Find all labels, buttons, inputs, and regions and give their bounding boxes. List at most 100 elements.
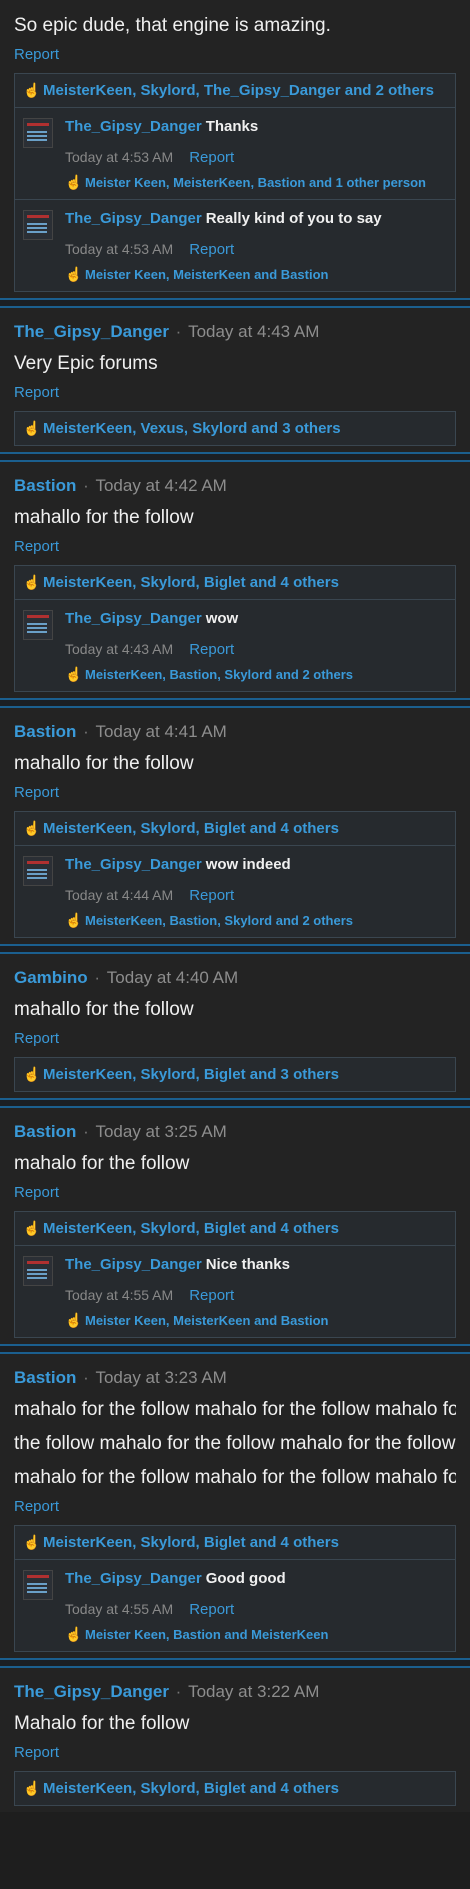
likes-summary[interactable]: ☝ MeisterKeen, Skylord, Biglet and 3 othe… (15, 1058, 455, 1091)
comment-likes-text[interactable]: MeisterKeen, Bastion, Skylord and 2 othe… (85, 913, 353, 928)
post-author-link[interactable]: Bastion (14, 722, 76, 741)
likes-text[interactable]: MeisterKeen, Skylord, Biglet and 4 other… (43, 1534, 339, 1551)
report-link[interactable]: Report (14, 1744, 59, 1761)
post-author-link[interactable]: The_Gipsy_Danger (14, 1682, 169, 1701)
post-timestamp[interactable]: Today at 4:40 AM (107, 968, 238, 987)
comment-likes-summary[interactable]: ☝ Meister Keen, MeisterKeen and Bastion (65, 266, 447, 283)
comment-line: The_Gipsy_Danger Really kind of you to sa… (65, 210, 447, 227)
report-link[interactable]: Report (189, 887, 234, 904)
comment-main: The_Gipsy_Danger Nice thanks Today at 4:55… (65, 1256, 447, 1329)
report-link[interactable]: Report (14, 384, 59, 401)
likes-summary[interactable]: ☝ MeisterKeen, Skylord, Biglet and 4 othe… (15, 1526, 455, 1559)
comment-likes-text[interactable]: Meister Keen, MeisterKeen, Bastion and 1… (85, 175, 426, 190)
post-author-link[interactable]: Bastion (14, 476, 76, 495)
post-timestamp[interactable]: Today at 3:22 AM (188, 1682, 319, 1701)
comment-likes-summary[interactable]: ☝ Meister Keen, Bastion and MeisterKeen (65, 1626, 447, 1643)
reactions-box: ☝ MeisterKeen, Vexus, Skylord and 3 other… (14, 411, 456, 446)
thumbs-up-icon: ☝ (65, 174, 83, 190)
avatar[interactable] (23, 610, 53, 640)
likes-text[interactable]: MeisterKeen, Skylord, Biglet and 3 other… (43, 1066, 339, 1083)
report-link[interactable]: Report (14, 1030, 59, 1047)
meta-separator: · (78, 476, 94, 495)
avatar[interactable] (23, 1570, 53, 1600)
report-link[interactable]: Report (189, 1601, 234, 1618)
comment-likes-summary[interactable]: ☝ Meister Keen, MeisterKeen, Bastion and … (65, 174, 447, 191)
post-author-link[interactable]: Bastion (14, 1122, 76, 1141)
avatar[interactable] (23, 118, 53, 148)
likes-summary[interactable]: ☝ MeisterKeen, Vexus, Skylord and 3 other… (15, 412, 455, 445)
post-author-link[interactable]: Bastion (14, 1368, 76, 1387)
comment-author-link[interactable]: The_Gipsy_Danger (65, 1570, 202, 1587)
comment-timestamp[interactable]: Today at 4:44 AM (65, 887, 173, 903)
thumbs-up-icon: ☝ (23, 1780, 41, 1796)
likes-summary[interactable]: ☝ MeisterKeen, Skylord, Biglet and 4 othe… (15, 1212, 455, 1245)
post-author-link[interactable]: Gambino (14, 968, 88, 987)
report-link[interactable]: Report (14, 1184, 59, 1201)
likes-summary[interactable]: ☝ MeisterKeen, Skylord, Biglet and 4 othe… (15, 812, 455, 845)
report-link[interactable]: Report (189, 1287, 234, 1304)
avatar[interactable] (23, 210, 53, 240)
comment-author-link[interactable]: The_Gipsy_Danger (65, 1256, 202, 1273)
post-timestamp[interactable]: Today at 4:43 AM (188, 322, 319, 341)
comment-timestamp[interactable]: Today at 4:43 AM (65, 641, 173, 657)
comment: The_Gipsy_Danger Nice thanks Today at 4:55… (15, 1245, 455, 1337)
comment-likes-text[interactable]: Meister Keen, MeisterKeen and Bastion (85, 1313, 328, 1328)
report-link[interactable]: Report (14, 538, 59, 555)
avatar[interactable] (23, 1256, 53, 1286)
thumbs-up-icon: ☝ (65, 912, 83, 928)
comment-timestamp[interactable]: Today at 4:53 AM (65, 241, 173, 257)
meta-separator: · (170, 322, 187, 341)
comment-author-link[interactable]: The_Gipsy_Danger (65, 210, 202, 227)
likes-text[interactable]: MeisterKeen, Vexus, Skylord and 3 others (43, 420, 341, 437)
comment-likes-summary[interactable]: ☝ MeisterKeen, Bastion, Skylord and 2 oth… (65, 912, 447, 929)
comment-author-link[interactable]: The_Gipsy_Danger (65, 118, 202, 135)
post-separator (0, 1098, 470, 1108)
comment-likes-text[interactable]: Meister Keen, Bastion and MeisterKeen (85, 1627, 328, 1642)
report-link[interactable]: Report (189, 641, 234, 658)
report-link[interactable]: Report (14, 784, 59, 801)
likes-text[interactable]: MeisterKeen, Skylord, Biglet and 4 other… (43, 1780, 339, 1797)
thumbs-up-icon: ☝ (23, 82, 41, 98)
meta-separator: · (89, 968, 105, 987)
likes-text[interactable]: MeisterKeen, Skylord, Biglet and 4 other… (43, 1220, 339, 1237)
likes-summary[interactable]: ☝ MeisterKeen, Skylord, Biglet and 4 othe… (15, 566, 455, 599)
comment-author-link[interactable]: The_Gipsy_Danger (65, 856, 202, 873)
post-timestamp[interactable]: Today at 3:23 AM (95, 1368, 226, 1387)
profile-post: The_Gipsy_Danger · Today at 3:22 AM Mahal… (0, 1668, 470, 1812)
likes-text[interactable]: MeisterKeen, Skylord, The_Gipsy_Danger a… (43, 82, 434, 99)
post-timestamp[interactable]: Today at 4:41 AM (95, 722, 226, 741)
likes-summary[interactable]: ☝ MeisterKeen, Skylord, The_Gipsy_Danger … (15, 74, 455, 107)
profile-post: Bastion · Today at 3:23 AM mahalo for the… (0, 1354, 470, 1658)
meta-separator: · (170, 1682, 187, 1701)
comment-timestamp[interactable]: Today at 4:53 AM (65, 149, 173, 165)
comment-meta: Today at 4:55 AM Report (65, 1601, 447, 1618)
post-timestamp[interactable]: Today at 4:42 AM (95, 476, 226, 495)
comment-timestamp[interactable]: Today at 4:55 AM (65, 1601, 173, 1617)
comment-author-link[interactable]: The_Gipsy_Danger (65, 610, 202, 627)
comment-likes-text[interactable]: Meister Keen, MeisterKeen and Bastion (85, 267, 328, 282)
report-link[interactable]: Report (14, 1498, 59, 1515)
report-link[interactable]: Report (14, 46, 59, 63)
post-meta: Bastion · Today at 4:42 AM (14, 476, 456, 496)
comment-likes-summary[interactable]: ☝ Meister Keen, MeisterKeen and Bastion (65, 1312, 447, 1329)
post-timestamp[interactable]: Today at 3:25 AM (95, 1122, 226, 1141)
avatar[interactable] (23, 856, 53, 886)
comment-main: The_Gipsy_Danger Really kind of you to sa… (65, 210, 447, 283)
comment-line: The_Gipsy_Danger Nice thanks (65, 1256, 447, 1273)
likes-text[interactable]: MeisterKeen, Skylord, Biglet and 4 other… (43, 574, 339, 591)
post-separator (0, 698, 470, 708)
post-author-link[interactable]: The_Gipsy_Danger (14, 322, 169, 341)
post-body-line: Mahalo for the follow (14, 1713, 190, 1734)
comment-likes-summary[interactable]: ☝ MeisterKeen, Bastion, Skylord and 2 oth… (65, 666, 447, 683)
reactions-box: ☝ MeisterKeen, Skylord, Biglet and 3 othe… (14, 1057, 456, 1092)
comment-timestamp[interactable]: Today at 4:55 AM (65, 1287, 173, 1303)
post-meta: Bastion · Today at 3:23 AM (14, 1368, 456, 1388)
thumbs-up-icon: ☝ (23, 820, 41, 836)
comment-likes-text[interactable]: MeisterKeen, Bastion, Skylord and 2 othe… (85, 667, 353, 682)
likes-summary[interactable]: ☝ MeisterKeen, Skylord, Biglet and 4 othe… (15, 1772, 455, 1805)
post-separator (0, 1658, 470, 1668)
comment: The_Gipsy_Danger Thanks Today at 4:53 AM Re… (15, 107, 455, 199)
likes-text[interactable]: MeisterKeen, Skylord, Biglet and 4 other… (43, 820, 339, 837)
report-link[interactable]: Report (189, 241, 234, 258)
report-link[interactable]: Report (189, 149, 234, 166)
